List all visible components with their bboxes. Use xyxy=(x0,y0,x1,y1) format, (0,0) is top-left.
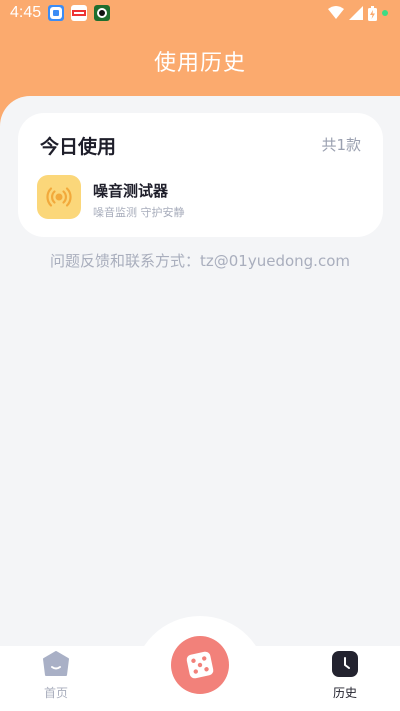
app-name: 噪音测试器 xyxy=(93,182,169,200)
app-description: 噪音监测 守护安静 xyxy=(93,206,185,219)
tab-history-label: 历史 xyxy=(332,686,357,700)
status-time: 4:45 xyxy=(10,4,42,21)
tab-home[interactable]: 首页 xyxy=(26,650,86,701)
tab-home-label: 首页 xyxy=(43,686,68,700)
clock-icon xyxy=(331,650,359,678)
page-title: 使用历史 xyxy=(153,51,246,76)
usage-count: 共1款 xyxy=(321,136,361,154)
today-usage-card: 今日使用 共1款 噪音测试器 噪音监测 守护安静 xyxy=(18,113,383,237)
dice-icon xyxy=(186,651,214,679)
status-icons xyxy=(328,5,388,21)
wifi-icon xyxy=(328,6,344,19)
home-icon xyxy=(42,650,70,678)
signal-icon xyxy=(349,6,363,20)
status-bar: 4:45 xyxy=(0,0,400,28)
random-dice-button[interactable] xyxy=(171,636,229,694)
battery-icon xyxy=(368,5,377,21)
active-indicator-dot xyxy=(382,10,388,16)
list-item-noise-meter[interactable]: 噪音测试器 噪音监测 守护安静 xyxy=(37,175,357,221)
noise-meter-icon xyxy=(37,175,81,219)
tab-history[interactable]: 历史 xyxy=(315,650,375,701)
notification-app-icon-3 xyxy=(94,5,110,21)
notification-app-icon-1 xyxy=(48,5,64,21)
notification-app-icon-2 xyxy=(71,5,87,21)
card-title: 今日使用 xyxy=(40,136,117,158)
feedback-contact: 问题反馈和联系方式：tz@01yuedong.com xyxy=(50,252,350,270)
screen: 4:45 使用历史 今日使用 共1款 噪音测试器 噪音监测 守护安静 问题反馈和… xyxy=(0,0,400,711)
